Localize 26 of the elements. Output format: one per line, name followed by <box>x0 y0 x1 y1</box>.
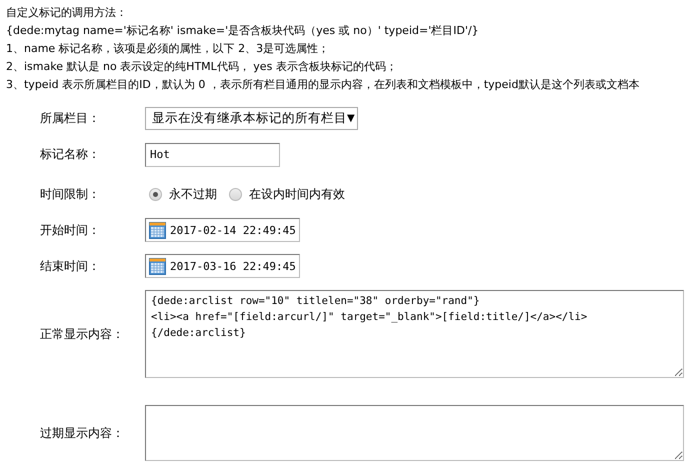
category-dropdown[interactable]: 显示在没有继承本标记的所有栏目▼ <box>145 106 358 130</box>
calendar-icon <box>149 258 166 274</box>
radio-button[interactable] <box>149 188 162 200</box>
radio-label: 永不过期 <box>169 186 217 202</box>
caret-icon: ▼ <box>347 112 355 124</box>
instructions-heading: 自定义标记的调用方法： <box>6 5 127 21</box>
date-field[interactable]: 2017-03-16 22:49:45 <box>145 254 300 278</box>
field-label: 所属栏目： <box>39 110 101 126</box>
calendar-icon <box>149 222 166 238</box>
content-textarea[interactable]: {dede:arclist row="10" titlelen="38" orderby="rand"} <li><a href="[field:arcurl/]" target="_blank">[field:title/]</a></li> {/dede:arclist} <box>145 290 684 378</box>
dropdown-value: 显示在没有继承本标记的所有栏目 <box>152 110 347 126</box>
instruction-line: 1、name 标记名称，该项是必须的属性，以下 2、3是可选属性； <box>6 41 330 57</box>
field-label: 开始时间： <box>39 222 101 238</box>
date-field[interactable]: 2017-02-14 22:49:45 <box>145 218 300 242</box>
field-label: 标记名称： <box>39 146 101 163</box>
instruction-line: 3、typeid 表示所属栏目的ID，默认为 0 ，表示所有栏目通用的显示内容，在列表和文档模板中，typeid默认是这个列表或文档本 <box>6 77 640 93</box>
name-field[interactable]: Hot <box>145 142 280 166</box>
instruction-line: 2、ismake 默认是 no 表示设定的纯HTML代码， yes 表示含板块标记的代码； <box>6 59 397 75</box>
instruction-line: {dede:mytag name='标记名称' ismake='是否含板块代码（yes 或 no）' typeid='栏目ID'/} <box>6 23 479 39</box>
field-label: 正常显示内容： <box>39 326 125 342</box>
field-label: 过期显示内容： <box>39 424 125 442</box>
field-label: 时间限制： <box>39 186 101 202</box>
content-textarea[interactable] <box>145 405 684 461</box>
radio-label: 在设内时间内有效 <box>249 186 345 202</box>
field-label: 结束时间： <box>39 258 101 274</box>
radio-button[interactable] <box>229 188 242 200</box>
